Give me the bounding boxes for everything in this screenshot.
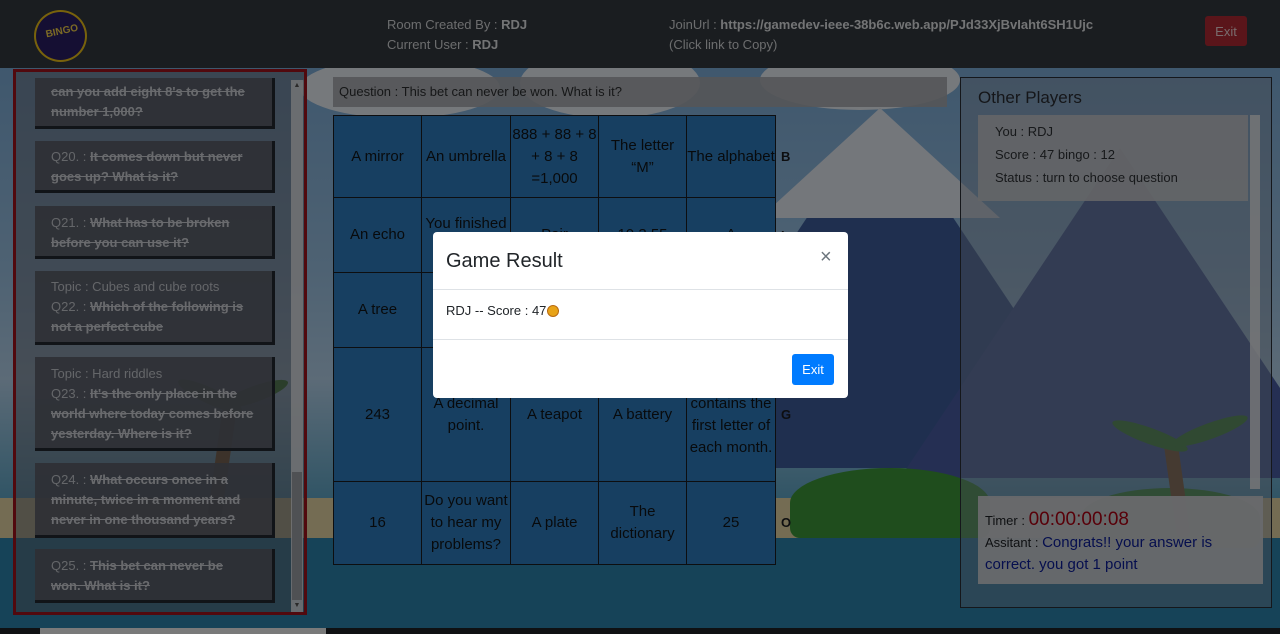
modal-title: Game Result (446, 250, 563, 272)
result-text: RDJ -- Score : 47 (446, 303, 547, 318)
modal-body: RDJ -- Score : 47 (446, 303, 560, 318)
game-result-modal: Game Result × RDJ -- Score : 47 Exit (433, 232, 848, 398)
close-icon[interactable]: × (820, 246, 832, 269)
medal-icon (547, 305, 560, 317)
modal-header-divider (433, 289, 848, 290)
modal-exit-button[interactable]: Exit (792, 354, 834, 385)
modal-footer-divider (433, 339, 848, 340)
